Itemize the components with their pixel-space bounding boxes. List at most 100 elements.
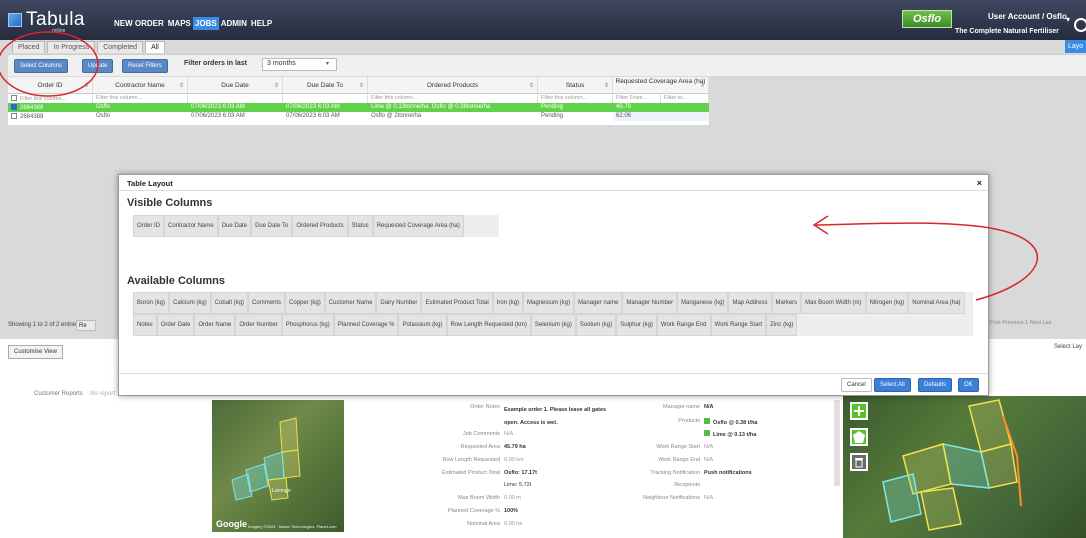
customise-view-button[interactable]: Customise View [8, 345, 63, 359]
available-column-chip[interactable]: Copper (kg) [285, 292, 325, 314]
available-column-chip[interactable]: Manager name [574, 292, 623, 314]
available-column-chip[interactable]: Work Range Start [710, 314, 767, 336]
cancel-button[interactable]: Cancel [841, 378, 872, 392]
layout-button[interactable]: Layo [1065, 40, 1086, 53]
available-column-chip[interactable]: Notes [133, 314, 157, 336]
available-column-chip[interactable]: Manganese (kg) [677, 292, 729, 314]
available-column-chip[interactable]: Nominal Area (ha) [908, 292, 965, 314]
available-column-chip[interactable]: Magnesium (kg) [523, 292, 575, 314]
available-column-chip[interactable]: Zinc (kg) [766, 314, 798, 336]
detail-label: Requested Area [460, 444, 500, 450]
available-column-chip[interactable]: Selenium (kg) [530, 314, 576, 336]
row-checkbox[interactable] [11, 113, 17, 119]
defaults-button[interactable]: Defaults [918, 378, 953, 392]
update-button[interactable]: Update [82, 59, 114, 73]
table-row[interactable]: 2684389 Osflo 07/06/2023 6:03 AM 07/06/2… [8, 112, 709, 121]
close-icon[interactable]: × [977, 178, 982, 188]
filter-order-id[interactable]: Filter this column... [8, 94, 93, 103]
filter-area-from[interactable]: Filter From... [613, 94, 661, 103]
select-layer-button[interactable]: Select Lay [1054, 344, 1082, 350]
select-all-button[interactable]: Select All [874, 378, 911, 392]
chevron-down-icon[interactable]: ▾ [1066, 15, 1070, 24]
visible-column-chip[interactable]: Due Date To [251, 215, 293, 237]
customer-reports-label: Customer Reports [34, 391, 83, 397]
available-column-chip[interactable]: Order Date [156, 314, 195, 336]
available-column-chip[interactable]: Nitrogen (kg) [865, 292, 909, 314]
tab-placed[interactable]: Placed [12, 41, 46, 53]
available-column-chip[interactable]: Calcium (kg) [169, 292, 211, 314]
header-order-id[interactable]: Order ID ⇕ [8, 77, 93, 93]
detail-label: Nominal Area [466, 521, 500, 527]
visible-column-chip[interactable]: Requested Coverage Area (ha) [372, 215, 464, 237]
order-map[interactable] [843, 396, 1086, 538]
available-column-chip[interactable]: Order Number [235, 314, 282, 336]
tab-all[interactable]: All [145, 41, 165, 53]
available-column-chip[interactable]: Dairy Number [376, 292, 422, 314]
filter-products[interactable]: Filter this column... [368, 94, 538, 103]
google-logo: Google [216, 519, 247, 529]
visible-column-chip[interactable]: Ordered Products [292, 215, 348, 237]
app-logo[interactable]: Tabula online [8, 9, 85, 34]
available-column-chip[interactable]: Comments [248, 292, 286, 314]
reset-filters-button[interactable]: Reset Filters [122, 59, 168, 73]
table-row[interactable]: 2684388 Osflo 07/06/2023 6:03 AM 07/06/2… [8, 103, 709, 112]
available-column-chip[interactable]: Iron (kg) [492, 292, 524, 314]
available-column-chip[interactable]: Cobalt (kg) [210, 292, 249, 314]
filter-due-date-to[interactable] [283, 94, 368, 103]
available-column-chip[interactable]: Customer Name [324, 292, 377, 314]
header-ordered-products[interactable]: Ordered Products ⇕ [368, 77, 538, 93]
nav-jobs[interactable]: JOBS [192, 17, 219, 30]
available-column-chip[interactable]: Row Length Requested (km) [446, 314, 531, 336]
available-column-chip[interactable]: Potassium (kg) [398, 314, 447, 336]
trash-icon[interactable] [850, 453, 868, 471]
add-icon[interactable] [850, 402, 868, 420]
available-column-chip[interactable]: Map Address [728, 292, 772, 314]
visible-column-chip[interactable]: Order ID [133, 215, 165, 237]
select-columns-button[interactable]: Select Columns [14, 59, 69, 73]
no-reports-text: No report [90, 391, 116, 397]
available-column-chip[interactable]: Phosphorus (kg) [281, 314, 334, 336]
nav-admin[interactable]: ADMIN [219, 17, 249, 30]
available-column-chip[interactable]: Boron (kg) [133, 292, 170, 314]
header-due-date[interactable]: Due Date ⇕ [188, 77, 283, 93]
available-column-chip[interactable]: Work Range End [656, 314, 711, 336]
header-contractor-name[interactable]: Contractor Name ⇕ [93, 77, 188, 93]
gear-icon[interactable] [1074, 18, 1086, 32]
row-checkbox[interactable] [11, 104, 17, 110]
available-column-chip[interactable]: Planned Coverage % [333, 314, 399, 336]
available-column-chip[interactable]: Estimated Product Total [421, 292, 493, 314]
order-map-thumbnail[interactable]: Lurongo Google Imagery ©2023 , Maxar Tec… [212, 400, 344, 532]
available-column-chip[interactable]: Max Boom Width (m) [801, 292, 866, 314]
visible-column-chip[interactable]: Status [347, 215, 373, 237]
header-requested-coverage-area[interactable]: Requested Coverage Area (ha) ⇕ [613, 77, 709, 93]
pagination[interactable]: First Previous 1 Next Las [990, 320, 1051, 326]
checkbox-select-all[interactable] [11, 95, 17, 101]
available-column-chip[interactable]: Sodium (kg) [575, 314, 617, 336]
header-status[interactable]: Status ⇕ [538, 77, 613, 93]
available-column-chip[interactable]: Order Name [194, 314, 236, 336]
nav-maps[interactable]: MAPS [166, 17, 193, 30]
visible-column-chip[interactable]: Due Date [217, 215, 252, 237]
refresh-button[interactable]: Re [76, 320, 96, 331]
tab-in-progress[interactable]: In Progress [47, 41, 96, 53]
order-tabs: Placed In Progress Completed All [12, 41, 165, 53]
nav-help[interactable]: HELP [249, 17, 274, 30]
available-column-chip[interactable]: Manager Number [622, 292, 678, 314]
divider [119, 190, 988, 191]
tab-completed[interactable]: Completed [97, 41, 144, 53]
filter-contractor[interactable]: Filter this column... [93, 94, 188, 103]
visible-column-chip[interactable]: Contractor Name [164, 215, 218, 237]
detail-label: Recipients [674, 482, 700, 488]
nav-new-order[interactable]: NEW ORDER [112, 17, 166, 30]
account-menu[interactable]: User Account / Osflo [988, 12, 1067, 21]
filter-due-date[interactable] [188, 94, 283, 103]
orders-table: Order ID ⇕ Contractor Name ⇕ Due Date ⇕ Due… [8, 77, 709, 125]
filter-status[interactable]: Filter this column... [538, 94, 613, 103]
available-column-chip[interactable]: Markers [771, 292, 802, 314]
filter-area-to[interactable]: Filter to... [661, 94, 709, 103]
polygon-draw-icon[interactable] [850, 428, 868, 446]
available-column-chip[interactable]: Sulphur (kg) [616, 314, 657, 336]
panel-scrollbar[interactable] [834, 400, 840, 486]
ok-button[interactable]: OK [958, 378, 979, 392]
header-due-date-to[interactable]: Due Date To ⇕ [283, 77, 368, 93]
